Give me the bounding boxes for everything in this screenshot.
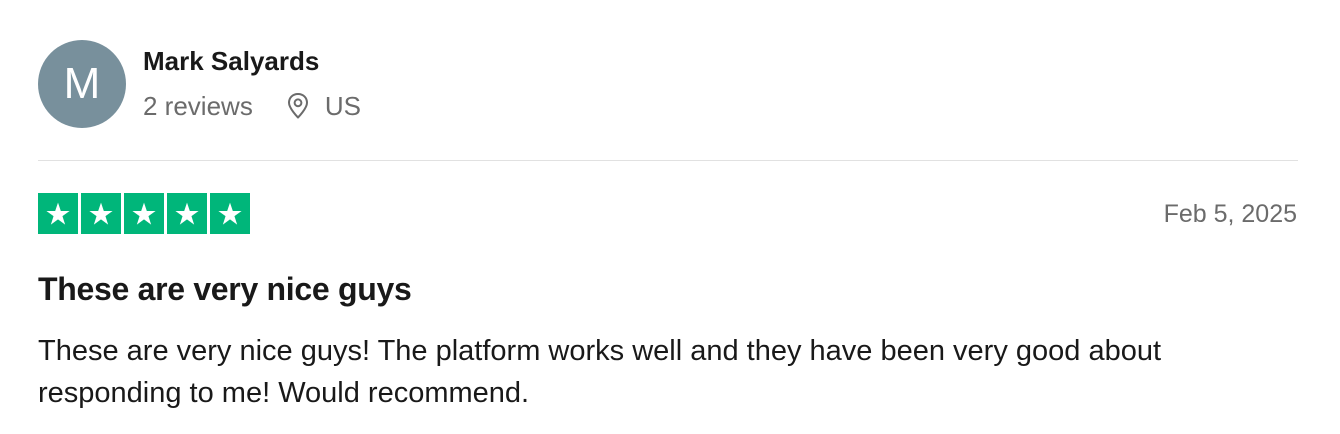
reviewer-meta: 2 reviews US	[143, 88, 361, 124]
star-icon	[38, 193, 78, 234]
review-card: M Mark Salyards 2 reviews US Feb 5, 2025…	[0, 0, 1340, 434]
review-date: Feb 5, 2025	[1163, 200, 1297, 228]
avatar-initial: M	[63, 59, 101, 108]
review-title[interactable]: These are very nice guys	[38, 268, 412, 310]
reviewer-location: US	[285, 88, 361, 124]
map-pin-icon	[285, 91, 311, 121]
star-icon	[124, 193, 164, 234]
star-icon	[81, 193, 121, 234]
reviewer-country: US	[324, 91, 361, 121]
star-rating	[38, 193, 250, 234]
avatar[interactable]: M	[38, 40, 126, 128]
star-icon	[167, 193, 207, 234]
star-icon	[210, 193, 250, 234]
review-count: 2 reviews	[143, 91, 253, 121]
review-body: These are very nice guys! The platform w…	[38, 335, 1162, 409]
reviewer-name[interactable]: Mark Salyards	[143, 44, 319, 78]
divider	[38, 160, 1298, 161]
